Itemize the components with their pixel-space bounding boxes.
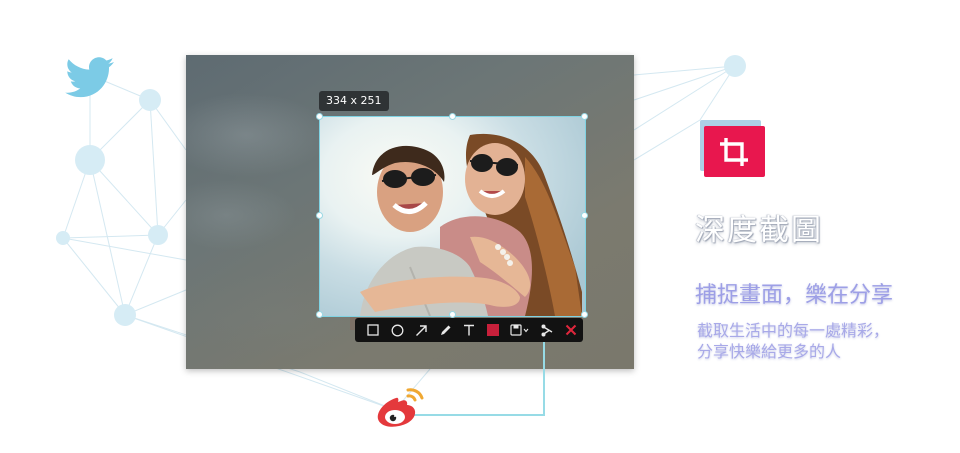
feature-subtitle: 捕捉畫面，樂在分享	[695, 283, 894, 308]
color-picker[interactable]	[481, 318, 505, 342]
share-connector-vertical	[543, 342, 545, 416]
capture-selection[interactable]	[319, 116, 586, 317]
resize-handle-bottom-right[interactable]	[581, 311, 588, 318]
pencil-icon	[440, 325, 450, 335]
description-line: 分享快樂給更多的人	[697, 342, 842, 361]
arrow-tool[interactable]	[409, 318, 433, 342]
feature-title: 深度截圖	[695, 213, 823, 248]
crop-icon	[720, 138, 748, 166]
save-icon	[510, 324, 529, 336]
feature-description: 截取生活中的每一處精彩， 分享快樂給更多的人	[697, 320, 917, 362]
twitter-icon[interactable]	[64, 56, 116, 98]
resize-handle-top[interactable]	[449, 113, 456, 120]
selection-size-label: 334 x 251	[319, 91, 389, 111]
arrow-icon	[415, 324, 427, 336]
selected-photo	[360, 133, 582, 316]
crop-feature-badge	[704, 126, 765, 177]
description-line: 截取生活中的每一處精彩，	[697, 321, 890, 340]
resize-handle-bottom[interactable]	[449, 311, 456, 318]
resize-handle-top-left[interactable]	[316, 113, 323, 120]
share-icon	[541, 324, 552, 336]
close-icon	[565, 324, 577, 336]
share-tool[interactable]	[535, 318, 559, 342]
resize-handle-right[interactable]	[581, 212, 588, 219]
text-icon	[464, 324, 474, 336]
pencil-tool[interactable]	[433, 318, 457, 342]
share-connector-horizontal	[412, 414, 545, 416]
cancel-tool[interactable]	[559, 318, 583, 342]
resize-handle-bottom-left[interactable]	[316, 311, 323, 318]
ellipse-icon	[391, 324, 403, 336]
rectangle-tool[interactable]	[361, 318, 385, 342]
weibo-icon[interactable]	[374, 384, 426, 430]
resize-handle-left[interactable]	[316, 212, 323, 219]
ellipse-tool[interactable]	[385, 318, 409, 342]
text-tool[interactable]	[457, 318, 481, 342]
save-tool[interactable]	[505, 318, 535, 342]
rectangle-icon	[367, 324, 379, 336]
resize-handle-top-right[interactable]	[581, 113, 588, 120]
annotation-toolbar	[355, 318, 583, 342]
color-swatch-icon	[487, 324, 499, 336]
